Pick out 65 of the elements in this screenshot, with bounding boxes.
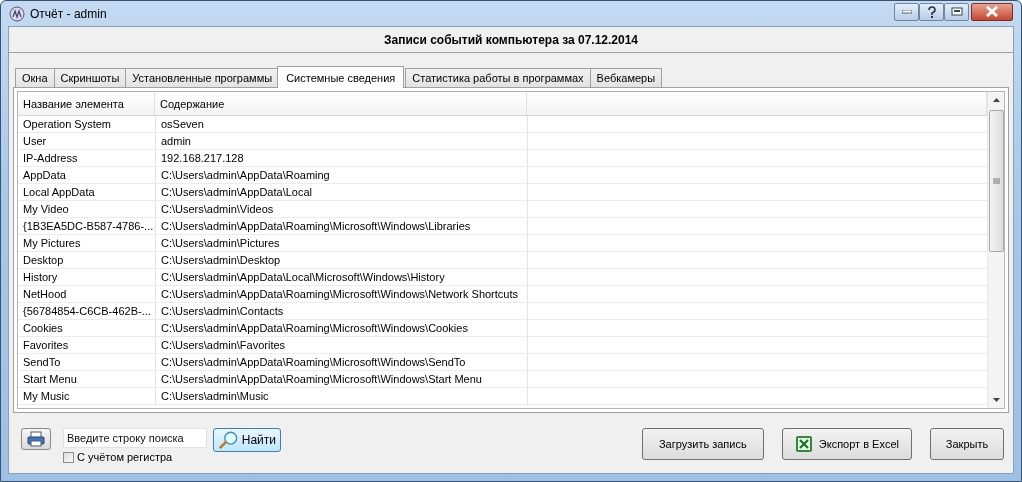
table-cell: C:\Users\admin\AppData\Roaming\Microsoft\Windows\SendTo <box>155 354 527 370</box>
table-cell: C:\Users\admin\Music <box>155 388 527 404</box>
table-cell: C:\Users\admin\Videos <box>155 201 527 217</box>
minimize-icon <box>901 9 912 14</box>
table-cell-text: My Pictures <box>22 236 82 251</box>
tab[interactable]: Окна <box>15 68 55 87</box>
maximize-icon <box>950 7 963 16</box>
tab[interactable]: Установленные программы <box>125 68 280 87</box>
table-cell-text: IP-Address <box>22 151 79 166</box>
table-cell: osSeven <box>155 116 527 132</box>
table-cell-text: My Video <box>22 202 70 217</box>
table-cell: 192.168.217.128 <box>155 150 527 166</box>
table-cell-text: NetHood <box>22 287 68 302</box>
button[interactable]: Экспорт в Excel <box>781 428 912 460</box>
tab[interactable]: Статистика работы в программах <box>405 68 591 87</box>
close-icon <box>985 6 999 17</box>
table-cell-text: My Music <box>22 389 71 404</box>
tab[interactable]: Вебкамеры <box>589 68 663 87</box>
tab[interactable]: Системные сведения <box>277 66 405 88</box>
table-cell-text: AppData <box>22 168 67 183</box>
report-heading: Записи событий компьютера за 07.12.2014 <box>383 32 639 47</box>
grip-icon <box>992 178 1000 184</box>
table-cell: C:\Users\admin\AppData\Local\Microsoft\Windows\History <box>155 269 527 285</box>
table-cell: C:\Users\admin\Favorites <box>155 337 527 353</box>
table-cell: C:\Users\admin\AppData\Local <box>155 184 527 200</box>
spreadsheet-icon <box>794 435 813 453</box>
checkbox-label: С учётом регистра <box>77 451 173 463</box>
table-cell-text: SendTo <box>22 355 62 370</box>
table-cell-text: {56784854-C6CB-462B-... <box>22 304 152 319</box>
table-cell: C:\Users\admin\AppData\Roaming\Microsoft\Windows\Cookies <box>155 320 527 336</box>
app-icon <box>9 5 25 22</box>
scrollbar-thumb[interactable] <box>988 110 1004 252</box>
table-cell: admin <box>155 133 527 149</box>
help-icon <box>926 5 937 18</box>
table-cell: C:\Users\admin\Contacts <box>155 303 527 319</box>
printer-icon <box>27 431 45 447</box>
button[interactable]: Загрузить запись <box>641 428 764 460</box>
table-cell: C:\Users\admin\AppData\Roaming\Microsoft\Windows\Network Shortcuts <box>155 286 527 302</box>
window-title: Отчёт - admin <box>30 6 107 21</box>
table-cell: C:\Users\admin\AppData\Roaming <box>155 167 527 183</box>
button[interactable]: Закрыть <box>930 428 1004 460</box>
table-cell-text: {1B3EA5DC-B587-4786-... <box>22 219 155 234</box>
print-button[interactable] <box>21 428 51 450</box>
search-field[interactable]: Введите строку поиска <box>63 428 207 448</box>
table-cell-text: History <box>22 270 59 285</box>
table-cell-text: Favorites <box>22 338 70 353</box>
table-cell-text: Local AppData <box>22 185 96 200</box>
search-icon <box>218 430 240 450</box>
table-cell-text: User <box>22 134 48 149</box>
table-cell: C:\Users\admin\Desktop <box>155 252 527 268</box>
table-cell-text: Operation System <box>22 117 113 132</box>
table-cell-text: Cookies <box>22 321 64 336</box>
table-cell: C:\Users\admin\Pictures <box>155 235 527 251</box>
find-button[interactable]: Найти <box>213 428 281 452</box>
table-cell: C:\Users\admin\AppData\Roaming\Microsoft\Windows\Libraries <box>155 218 527 234</box>
close-button[interactable] <box>971 2 1013 21</box>
table-cell: C:\Users\admin\AppData\Roaming\Microsoft\Windows\Start Menu <box>155 371 527 387</box>
column-header[interactable]: Название элемента <box>18 92 155 115</box>
table-cell-text: Desktop <box>22 253 65 268</box>
help-button[interactable] <box>919 2 944 21</box>
column-header[interactable]: Содержание <box>155 92 527 115</box>
table-cell-text: Start Menu <box>22 372 78 387</box>
tab[interactable]: Скриншоты <box>53 68 127 87</box>
checkbox[interactable] <box>63 451 74 463</box>
maximize-button[interactable] <box>944 2 969 21</box>
